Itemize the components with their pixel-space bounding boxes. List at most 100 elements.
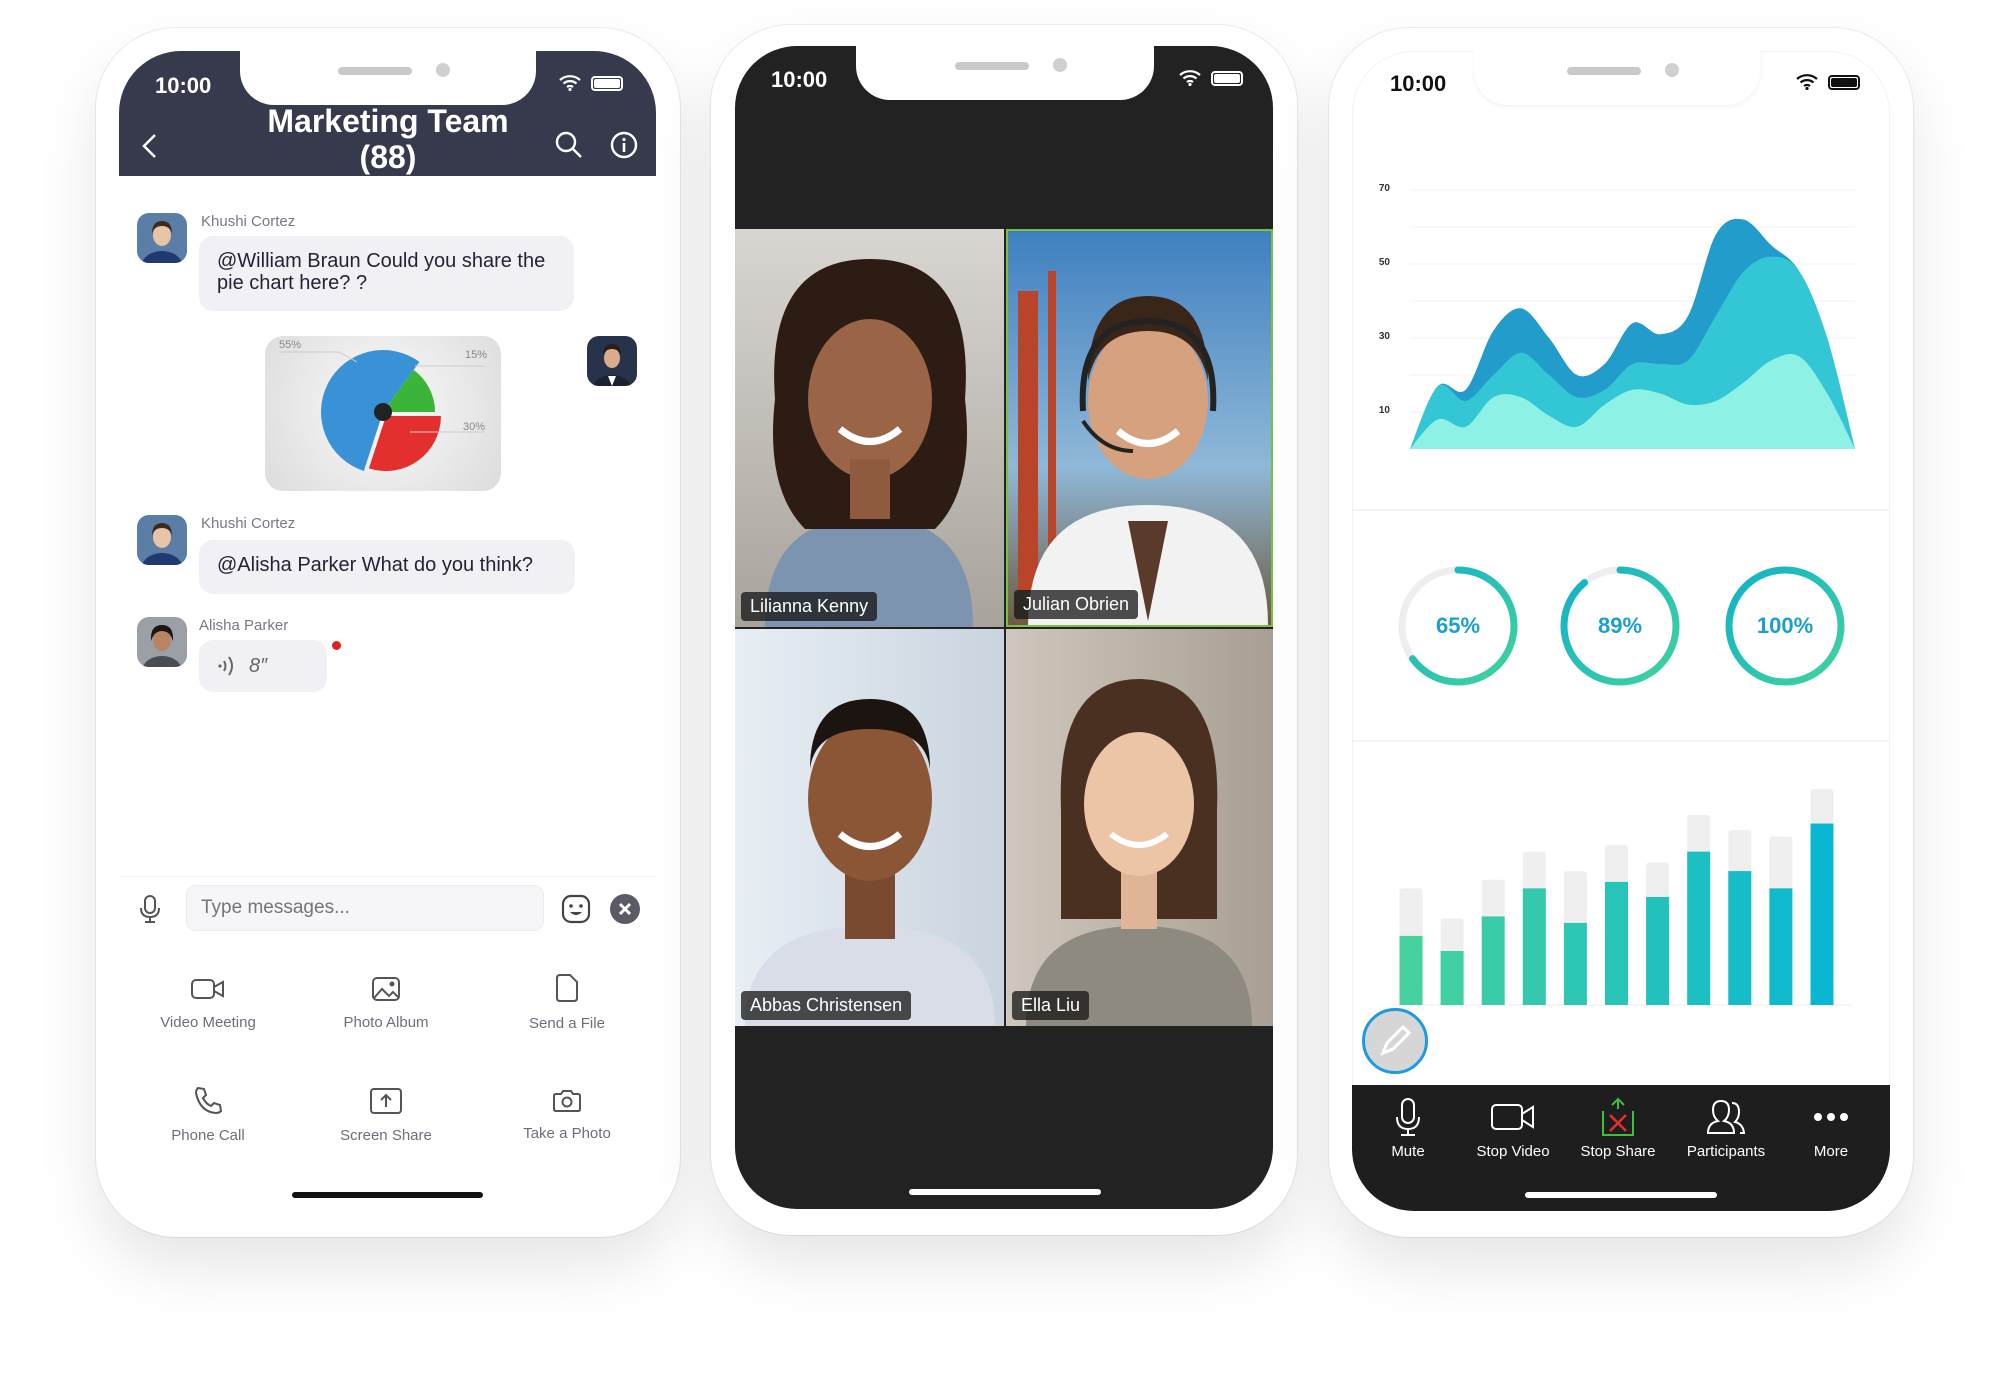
voice-message[interactable]: 8″ <box>199 640 327 692</box>
toolbar-label: Participants <box>1686 1143 1766 1160</box>
area-chart <box>1410 189 1855 449</box>
action-label: Video Meeting <box>160 1014 256 1031</box>
toolbar-label: Mute <box>1391 1143 1425 1160</box>
microphone-icon[interactable] <box>139 894 161 924</box>
ring-label: 100% <box>1756 613 1814 638</box>
message-bubble: @Alisha Parker What do you think? <box>199 540 575 594</box>
status-time: 10:00 <box>155 73 212 98</box>
divider <box>1352 509 1890 511</box>
bar-value <box>1481 916 1505 1005</box>
battery-icon <box>591 75 623 91</box>
participant-name: Abbas Christensen <box>741 991 912 1020</box>
toolbar-stop-share[interactable]: Stop Share <box>1563 1097 1673 1160</box>
avatar-khushi-cortez[interactable] <box>137 213 187 263</box>
y-tick-label: 70 <box>1378 183 1390 194</box>
toolbar-more[interactable]: More <box>1776 1097 1886 1160</box>
chat-screen: 10:00 Marketing Team (88) Khushi Cortez … <box>119 51 656 1211</box>
message-sender: Khushi Cortez <box>201 213 296 230</box>
bar-value <box>1728 871 1752 1005</box>
more-icon <box>1814 1113 1848 1121</box>
phone-icon <box>194 1086 223 1115</box>
notch <box>240 51 536 105</box>
bar-chart <box>1392 789 1852 1006</box>
message-sender: Alisha Parker <box>199 617 289 634</box>
action-take-photo[interactable]: Take a Photo <box>482 1089 652 1142</box>
bar-value <box>1440 951 1464 1005</box>
participant-name: Ella Liu <box>1012 991 1090 1020</box>
video-camera-icon <box>1491 1104 1534 1130</box>
y-tick-label: 10 <box>1378 405 1390 416</box>
wifi-icon <box>1179 70 1201 86</box>
divider <box>1352 740 1890 742</box>
video-tile-julian-obrien[interactable]: Julian Obrien <box>1006 229 1273 627</box>
bar-value <box>1687 851 1711 1005</box>
info-icon[interactable] <box>610 131 638 159</box>
action-photo-album[interactable]: Photo Album <box>301 976 471 1031</box>
pie-chart-image[interactable]: 55% 15% 30% <box>265 336 501 491</box>
avatar-khushi-cortez[interactable] <box>137 515 187 565</box>
toolbar-label: Stop Share <box>1580 1143 1656 1160</box>
ring-label: 65% <box>1435 613 1481 638</box>
screen-share-icon <box>370 1088 402 1114</box>
pie-label-15: 15% <box>465 349 487 361</box>
pie-label-55: 55% <box>279 339 301 351</box>
video-tile-abbas-christensen[interactable]: Abbas Christensen <box>735 629 1004 1026</box>
pencil-icon <box>1380 1024 1412 1056</box>
avatar-self[interactable] <box>587 336 637 386</box>
home-indicator <box>909 1189 1101 1195</box>
close-icon[interactable] <box>610 894 640 924</box>
stats-screen: 10:00 10 30 50 70 65% 89% 100% Mute Stop Vi… <box>1352 51 1890 1211</box>
participant-name: Lilianna Kenny <box>741 592 878 621</box>
toolbar-participants[interactable]: Participants <box>1671 1097 1781 1160</box>
video-screen: 10:00 Lilianna Kenny Julian Obrien Abbas… <box>735 46 1273 1209</box>
home-indicator <box>292 1192 483 1198</box>
action-send-file[interactable]: Send a File <box>482 973 652 1032</box>
microphone-icon <box>1396 1098 1420 1136</box>
ring-label: 89% <box>1597 613 1643 638</box>
search-icon[interactable] <box>555 131 583 159</box>
action-label: Take a Photo <box>523 1125 611 1142</box>
home-indicator <box>1525 1192 1717 1198</box>
bar-value <box>1810 823 1834 1005</box>
action-label: Send a File <box>529 1015 605 1032</box>
back-chevron-icon[interactable] <box>139 133 161 159</box>
audio-wave-icon <box>218 656 233 676</box>
status-time: 10:00 <box>771 67 828 92</box>
file-icon <box>556 974 578 1002</box>
meeting-toolbar: Mute Stop Video Stop Share Participants … <box>1352 1085 1890 1211</box>
bar-value <box>1563 922 1587 1005</box>
action-video-meeting[interactable]: Video Meeting <box>123 976 293 1031</box>
stop-share-icon <box>1602 1097 1634 1136</box>
notch <box>856 46 1154 100</box>
camera-icon <box>553 1090 581 1112</box>
toolbar-mute[interactable]: Mute <box>1353 1097 1463 1160</box>
video-camera-icon <box>191 979 224 999</box>
avatar-alisha-parker[interactable] <box>137 617 187 667</box>
emoji-icon[interactable] <box>561 894 591 924</box>
voice-duration: 8″ <box>249 655 268 677</box>
status-icons <box>559 75 623 91</box>
bar-value <box>1522 888 1546 1005</box>
action-label: Photo Album <box>343 1014 429 1031</box>
message-sender: Khushi Cortez <box>201 515 296 532</box>
message-bubble: @William Braun Could you share the pie c… <box>199 236 574 311</box>
video-tile-ella-liu[interactable]: Ella Liu <box>1006 629 1273 1026</box>
bar-value <box>1769 888 1793 1005</box>
y-tick-label: 30 <box>1378 331 1390 342</box>
divider <box>119 876 656 877</box>
unread-dot <box>332 641 341 650</box>
bar-value <box>1646 897 1670 1005</box>
toolbar-stop-video[interactable]: Stop Video <box>1458 1097 1568 1160</box>
toolbar-label: Stop Video <box>1476 1143 1550 1160</box>
action-screen-share[interactable]: Screen Share <box>301 1087 471 1144</box>
annotate-pencil-button[interactable] <box>1362 1008 1428 1074</box>
pie-label-30: 30% <box>463 421 485 433</box>
y-tick-label: 50 <box>1378 257 1390 268</box>
wifi-icon <box>559 75 581 91</box>
message-input[interactable] <box>186 885 544 931</box>
status-icons <box>1179 70 1243 86</box>
action-phone-call[interactable]: Phone Call <box>123 1085 293 1144</box>
image-icon <box>372 977 400 1001</box>
participants-icon <box>1706 1099 1746 1134</box>
video-tile-lilianna-kenny[interactable]: Lilianna Kenny <box>735 229 1004 627</box>
